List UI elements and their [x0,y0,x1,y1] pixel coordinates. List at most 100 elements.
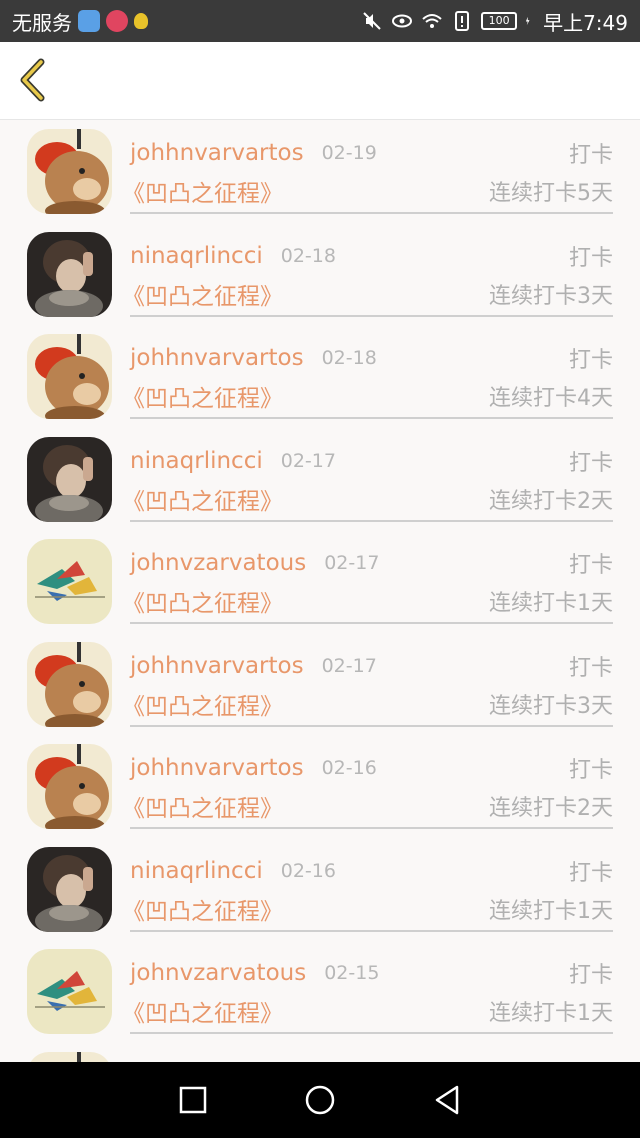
avatar[interactable] [27,231,112,317]
list-item-header: johnvzarvatous 02-17 打卡 [130,546,613,580]
list-item[interactable]: johhnvarvartos 02-18 打卡《凹凸之征程》 连续打卡4天 [0,325,640,428]
list-item-detail: 《凹凸之征程》 连续打卡2天 [122,482,613,516]
list-item-detail: 《凹凸之征程》 连续打卡5天 [122,174,613,208]
book-title[interactable]: 《凹凸之征程》 [122,277,283,311]
avatar[interactable] [27,641,112,727]
list-item-content: johnvzarvatous 02-15 打卡 《凹凸之征程》 连续打卡1天 [122,940,613,1034]
avatar[interactable] [27,539,112,624]
streak-text: 连续打卡1天 [489,591,613,616]
list-item-header: johhnvarvartos 02-16 打卡 [130,751,613,785]
avatar[interactable] [27,846,112,932]
action-label: 打卡 [568,860,613,886]
avatar[interactable] [27,334,112,419]
streak-text: 连续打卡3天 [489,693,613,719]
username[interactable]: johnvzarvatous [130,550,306,576]
rabbit-avatar-image [27,1051,112,1062]
book-title[interactable]: 《凹凸之征程》 [122,789,283,823]
list-item-content: ninaqrlincci 02-16 打卡《凹凸之征程》 连续打卡1天 [122,838,613,932]
battery-indicator: 100 [481,12,518,30]
book-title[interactable]: 《凹凸之征程》 [122,892,283,926]
header-bar [0,42,640,120]
list-item-header: johnvzarvatous 02-15 打卡 [130,956,613,990]
list-item-header: johhnvarvartos 02-19 打卡 [130,136,613,170]
streak-text: 连续打卡3天 [489,283,613,309]
list-item-header: ninaqrlincci 02-16 打卡 [130,854,613,888]
rabbit-avatar-image [27,334,112,419]
list-item[interactable]: johhnvarvartos 02-16 打卡 《凹凸之征程》 连续打卡2天 [0,735,640,838]
username[interactable]: johhnvarvartos [130,653,304,679]
app-notification-icon [134,13,148,29]
list-item-detail: 《凹凸之征程》 连续打卡3天 [122,277,613,311]
streak-text: 连续打卡1天 [489,898,613,924]
triangle-back-icon [435,1085,458,1115]
username[interactable]: ninaqrlincci [130,858,263,884]
system-nav-bar [0,1062,640,1138]
alert-icon [455,11,470,31]
charging-icon [525,16,530,26]
streak-text: 连续打卡4天 [489,386,613,411]
book-title[interactable]: 《凹凸之征程》 [122,482,283,516]
book-title[interactable]: 《凹凸之征程》 [122,379,283,413]
carrier-text: 无服务 [12,10,72,35]
list-item-content: johnvzarvatous 02-17 打卡《凹凸之征程》 连续打卡1天 [122,530,613,624]
list-item[interactable]: ninaqrlincci 02-18 打卡《凹凸之征程》 连续打卡3天 [0,223,640,326]
list-item-detail: 《凹凸之征程》 连续打卡2天 [122,789,613,823]
list-item[interactable]: johnvzarvatous 02-17 打卡《凹凸之征程》 连续打卡1天 [0,530,640,633]
avatar[interactable] [27,744,112,829]
username[interactable]: johhnvarvartos [130,140,304,166]
status-left: 无服务 [12,7,148,36]
book-title[interactable]: 《凹凸之征程》 [122,994,283,1028]
username[interactable]: johhnvarvartos [130,755,304,781]
home-button[interactable] [300,1080,340,1120]
list-item-detail: 《凹凸之征程》 连续打卡3天 [122,687,613,721]
crane-avatar-image [27,949,112,1034]
book-title[interactable]: 《凹凸之征程》 [122,174,283,208]
recents-button[interactable] [173,1080,213,1120]
action-label: 打卡 [568,348,613,373]
checkin-date: 02-16 [321,757,377,779]
list-item-detail: 《凹凸之征程》 连续打卡4天 [122,379,613,413]
username[interactable]: johnvzarvatous [130,960,306,986]
book-title[interactable]: 《凹凸之征程》 [122,687,283,721]
action-label: 打卡 [568,553,613,578]
list-item-content: johhnvarvartos 02-16 打卡 《凹凸之征程》 连续打卡2天 [122,735,613,829]
action-label: 打卡 [568,143,613,168]
status-bar: 无服务 100 早上7:49 [0,0,640,42]
streak-text: 连续打卡2天 [489,796,613,821]
action-label: 打卡 [568,655,613,681]
username[interactable]: ninaqrlincci [130,243,263,269]
person-avatar-image [27,846,112,932]
list-item-header: johhnvarvartos 02-18 打卡 [130,341,613,375]
back-button[interactable] [14,56,54,106]
person-avatar-image [27,436,112,522]
list-item-content: ninaqrlincci 02-17 打卡 《凹凸之征程》 连续打卡2天 [122,428,613,522]
list-item-content: johhnvarvartos 02-17 打卡 《凹凸之征程》 连续打卡3天 [122,633,613,727]
avatar[interactable] [27,436,112,522]
username[interactable]: ninaqrlincci [130,448,263,474]
mute-icon [363,12,381,30]
system-back-button[interactable] [427,1080,467,1120]
square-icon [180,1086,207,1114]
list-item[interactable]: ninaqrlincci 02-17 打卡 《凹凸之征程》 连续打卡2天 [0,428,640,531]
list-item[interactable]: johhnvarvartos 02-19 打卡《凹凸之征程》 连续打卡5天 [0,120,640,223]
list-item-detail: 《凹凸之征程》 连续打卡1天 [122,584,613,618]
list-item-content: johhnvarvartos 02-18 打卡《凹凸之征程》 连续打卡4天 [122,325,613,419]
avatar[interactable] [27,1051,112,1062]
action-label: 打卡 [568,245,613,271]
checkin-date: 02-18 [280,244,336,267]
list-item[interactable]: ninaqrlincci 02-16 打卡《凹凸之征程》 连续打卡1天 [0,838,640,941]
list-item[interactable]: johhnvarvartos 02-17 打卡 《凹凸之征程》 连续打卡3天 [0,633,640,736]
checkin-date: 02-15 [324,962,380,984]
eye-icon [392,14,413,28]
list-item[interactable]: johnvzarvatous 02-15 打卡 《凹凸之征程》 连续打卡1天 [0,940,640,1043]
rabbit-avatar-image [27,129,112,214]
username[interactable]: johhnvarvartos [130,345,304,371]
checkin-date: 02-19 [321,142,377,164]
avatar[interactable] [27,949,112,1034]
avatar[interactable] [27,129,112,214]
rabbit-avatar-image [27,641,112,727]
list-item[interactable] [0,1043,640,1062]
checkin-date: 02-17 [324,552,380,574]
list-item-content: ninaqrlincci 02-18 打卡《凹凸之征程》 连续打卡3天 [122,223,613,317]
book-title[interactable]: 《凹凸之征程》 [122,584,283,618]
